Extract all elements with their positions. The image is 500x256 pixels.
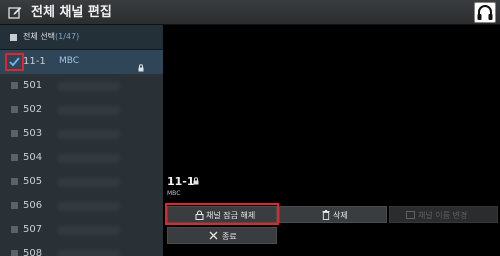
title-bar: 전체 채널 편집 bbox=[0, 0, 500, 25]
rename-channel-button[interactable]: 채널 이름 변경 bbox=[389, 206, 498, 223]
channel-name-blurred bbox=[58, 154, 120, 163]
channel-row[interactable]: 508 bbox=[0, 242, 163, 256]
rename-icon bbox=[406, 211, 415, 219]
selection-count: (1/47) bbox=[54, 32, 80, 41]
trash-icon bbox=[322, 210, 330, 220]
channel-number: 504 bbox=[23, 152, 43, 163]
channel-checkbox[interactable] bbox=[11, 130, 18, 137]
checkmark-icon bbox=[9, 57, 20, 67]
lock-icon bbox=[138, 57, 144, 72]
channel-name-blurred bbox=[58, 82, 120, 91]
channel-checkbox[interactable] bbox=[11, 82, 18, 89]
channel-number: 505 bbox=[23, 176, 43, 187]
select-all-row[interactable]: 전체 선택(1/47) bbox=[0, 25, 163, 50]
select-all-checkbox[interactable] bbox=[10, 34, 17, 41]
edit-icon bbox=[8, 7, 22, 19]
channel-name-blurred bbox=[58, 178, 120, 187]
channel-number: 506 bbox=[23, 200, 43, 211]
rename-channel-label: 채널 이름 변경 bbox=[418, 211, 468, 220]
channel-list-panel: 전체 선택(1/47) 11-1 MBC 501 502 503 504 505 506 507… bbox=[0, 25, 163, 256]
channel-row[interactable]: 504 bbox=[0, 146, 163, 170]
channel-row[interactable]: 503 bbox=[0, 122, 163, 146]
headphones-icon bbox=[477, 5, 493, 20]
channel-row[interactable]: 501 bbox=[0, 74, 163, 98]
close-label: 종료 bbox=[222, 232, 237, 241]
channel-checkbox[interactable] bbox=[11, 154, 18, 161]
close-button[interactable]: 종료 bbox=[167, 227, 277, 244]
channel-number: 507 bbox=[23, 224, 43, 235]
channel-name-blurred bbox=[58, 250, 120, 256]
channel-name-blurred bbox=[58, 130, 120, 139]
channel-checkbox[interactable] bbox=[11, 226, 18, 233]
channel-name-blurred bbox=[58, 106, 120, 115]
channel-row[interactable]: 11-1 MBC bbox=[0, 50, 163, 74]
close-icon bbox=[209, 231, 218, 240]
channel-row[interactable]: 507 bbox=[0, 218, 163, 242]
delete-label: 삭제 bbox=[333, 211, 348, 220]
lock-icon bbox=[193, 177, 199, 185]
channel-checkbox[interactable] bbox=[11, 202, 18, 209]
channel-checkbox-checked[interactable] bbox=[5, 53, 24, 71]
channel-number: 502 bbox=[23, 104, 43, 115]
channel-number: 11-1 bbox=[23, 56, 46, 67]
channel-name-blurred bbox=[58, 202, 120, 211]
channel-checkbox[interactable] bbox=[11, 106, 18, 113]
unlock-highlight bbox=[165, 203, 279, 225]
channel-row[interactable]: 502 bbox=[0, 98, 163, 122]
channel-number: 501 bbox=[23, 80, 43, 91]
delete-button[interactable]: 삭제 bbox=[279, 206, 387, 223]
selected-channel-name: MBC bbox=[167, 190, 181, 197]
channel-checkbox[interactable] bbox=[11, 178, 18, 185]
select-all-label: 전체 선택(1/47) bbox=[23, 32, 80, 41]
channel-name-blurred bbox=[58, 226, 120, 235]
page-title: 전체 채널 편집 bbox=[31, 5, 112, 20]
channel-number: 503 bbox=[23, 128, 43, 139]
avatar bbox=[474, 2, 496, 23]
selected-channel-number: 11-1 bbox=[167, 175, 195, 188]
channel-checkbox[interactable] bbox=[11, 250, 18, 256]
channel-row[interactable]: 505 bbox=[0, 170, 163, 194]
channel-row[interactable]: 506 bbox=[0, 194, 163, 218]
channel-number: 508 bbox=[23, 248, 43, 256]
channel-name: MBC bbox=[59, 56, 80, 66]
